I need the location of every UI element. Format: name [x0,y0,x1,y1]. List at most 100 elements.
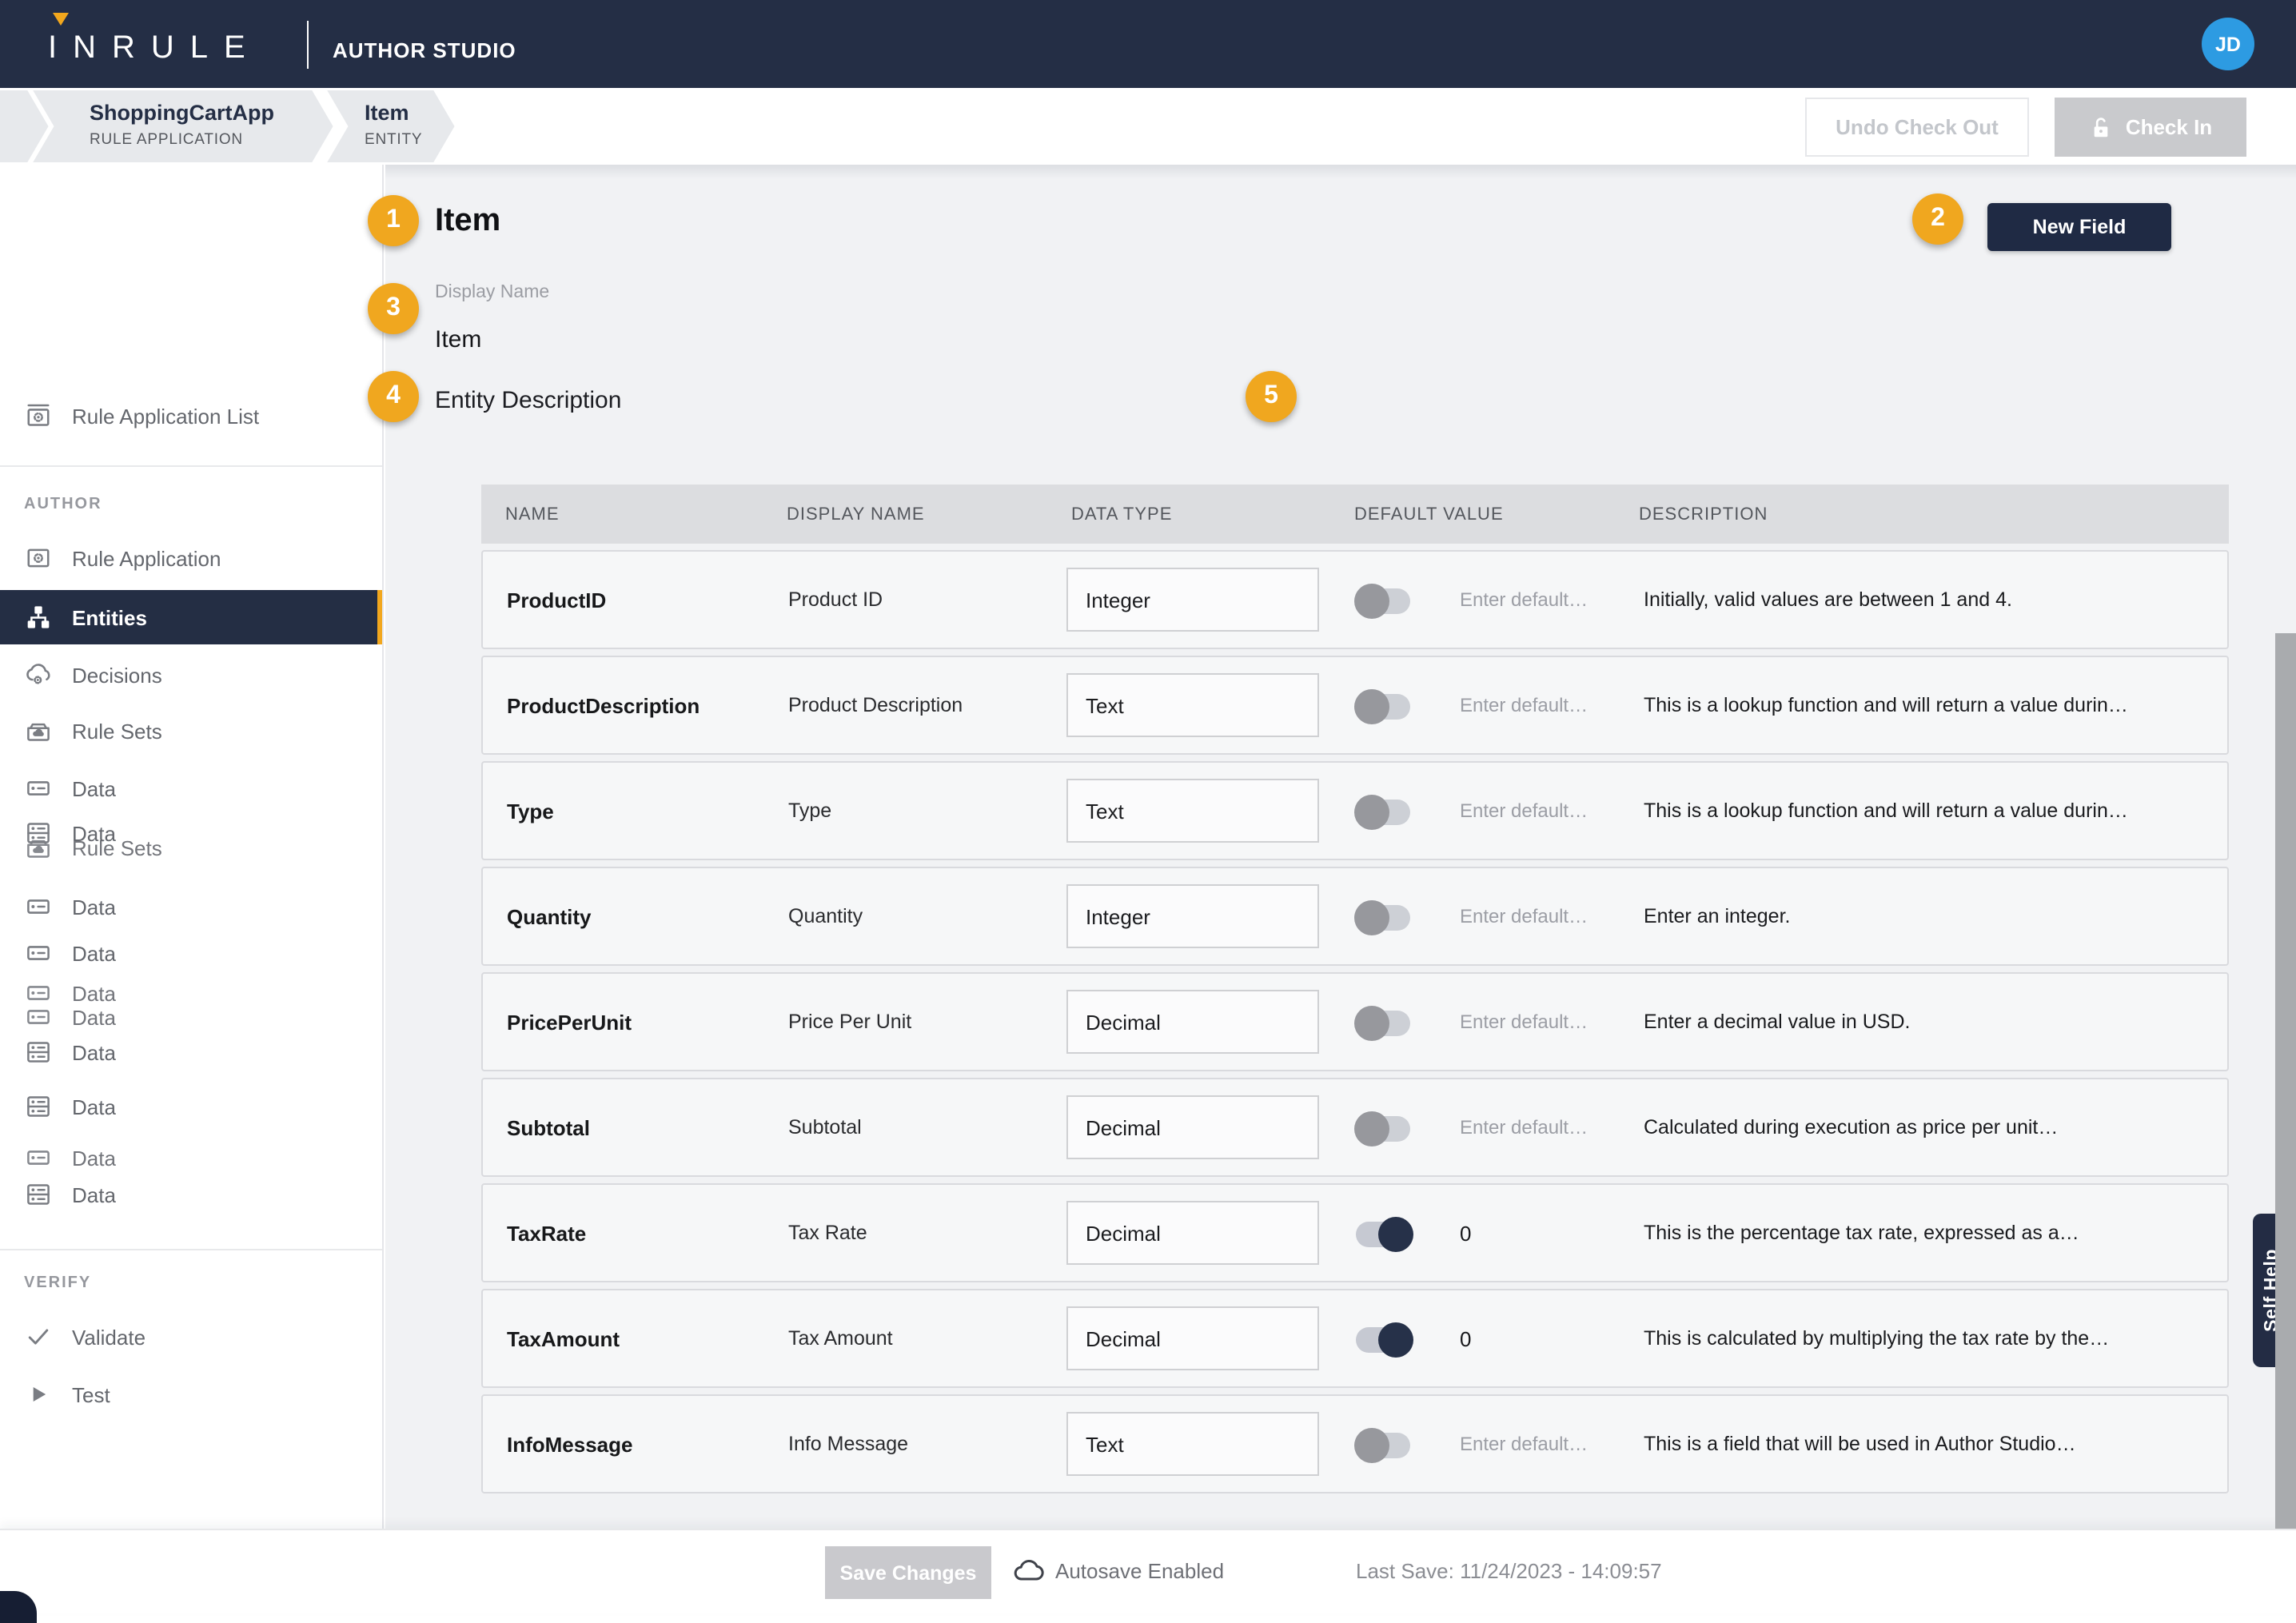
new-field-button[interactable]: New Field [1987,203,2171,251]
data-stack-icon [24,1038,53,1067]
default-value-toggle[interactable] [1356,1327,1410,1353]
data-stack-icon [24,1092,53,1121]
field-description[interactable]: This is a field that will be used in Aut… [1644,1396,2076,1492]
field-display-name: Product Description [788,657,963,753]
field-description[interactable]: This is a lookup function and will retur… [1644,763,2128,859]
field-description[interactable]: Enter a decimal value in USD. [1644,974,1911,1070]
default-value-field[interactable]: Enter default… [1460,974,1588,1070]
test-icon [24,1380,53,1409]
undo-check-out-button[interactable]: Undo Check Out [1805,98,2029,157]
check-in-button[interactable]: Check In [2055,98,2246,157]
default-value-toggle[interactable] [1356,1011,1410,1036]
data-icon [24,1009,53,1025]
default-value-field[interactable]: 0 [1460,1185,1471,1281]
breadcrumb: ShoppingCartApp RULE APPLICATION Item EN… [0,88,2296,165]
default-value-field[interactable]: Enter default… [1460,657,1588,753]
sidebar-item-entities[interactable]: Entities [0,590,384,644]
data-type-select[interactable]: Text [1066,1412,1319,1476]
default-value-toggle[interactable] [1356,800,1410,825]
main-content: Item New Field Display Name Item Entity … [385,165,2296,1529]
field-name: Subtotal [507,1079,590,1175]
sidebar-item-data[interactable]: Data [0,934,384,972]
default-value-toggle[interactable] [1356,1222,1410,1247]
toggle-knob [1354,795,1389,830]
default-value-toggle[interactable] [1356,905,1410,931]
sidebar-item-label: Decisions [72,663,162,687]
scrollbar-thumb[interactable] [2275,633,2296,1529]
sidebar-item-test[interactable]: Test [0,1375,384,1414]
default-value-toggle[interactable] [1356,1433,1410,1458]
field-description[interactable]: This is calculated by multiplying the ta… [1644,1290,2109,1386]
field-display-name: Product ID [788,552,883,648]
default-value-field[interactable]: Enter default… [1460,868,1588,964]
sidebar-item-data[interactable]: Data [0,1033,384,1071]
default-value-field[interactable]: 0 [1460,1290,1471,1386]
display-name-value[interactable]: Item [435,326,481,353]
sidebar-item-data[interactable]: Data [0,1148,384,1167]
data-type-select[interactable]: Text [1066,779,1319,843]
sidebar-item-rule-sets[interactable]: Rule Sets [0,836,384,859]
field-display-name: Quantity [788,868,863,964]
default-value-toggle[interactable] [1356,588,1410,614]
data-type-value: Text [1086,693,1124,717]
table-row: TaxRateTax RateDecimal0This is the perce… [481,1183,2229,1282]
table-row: InfoMessageInfo MessageTextEnter default… [481,1394,2229,1493]
field-description[interactable]: This is a lookup function and will retur… [1644,657,2128,753]
sidebar-item-label: Data [72,1040,116,1064]
default-value-field[interactable]: Enter default… [1460,552,1588,648]
annotation-badge-5: 5 [1246,371,1297,422]
sidebar-item-data[interactable]: Data [0,769,384,808]
default-value-toggle[interactable] [1356,694,1410,720]
column-header-description: DESCRIPTION [1639,485,1768,544]
field-description[interactable]: Initially, valid values are between 1 an… [1644,552,2012,648]
column-header-default-value: DEFAULT VALUE [1354,485,1504,544]
sidebar-item-rule-application-list[interactable]: Rule Application List [0,397,384,435]
sidebar-item-data[interactable]: Data [0,1175,384,1214]
field-display-name: Info Message [788,1396,908,1492]
sidebar-item-label: Validate [72,1325,145,1349]
sidebar-divider [0,1249,384,1250]
data-type-value: Text [1086,799,1124,823]
sidebar-item-data[interactable]: Data [0,887,384,926]
data-type-select[interactable]: Decimal [1066,1306,1319,1370]
default-value-field[interactable]: Enter default… [1460,1079,1588,1175]
data-icon [24,983,53,1003]
user-avatar[interactable]: JD [2202,18,2254,70]
field-description[interactable]: Calculated during execution as price per… [1644,1079,2058,1175]
table-row: ProductDescription Product Description Tex… [481,656,2229,755]
data-type-value: Decimal [1086,1221,1161,1245]
data-type-value: Decimal [1086,1115,1161,1139]
field-description[interactable]: This is the percentage tax rate, express… [1644,1185,2079,1281]
field-description[interactable]: Enter an integer. [1644,868,1790,964]
default-value-field[interactable]: Enter default… [1460,1396,1588,1492]
sidebar-item-data[interactable]: Data [0,1087,384,1126]
data-type-select[interactable]: Decimal [1066,1201,1319,1265]
default-value-field[interactable]: Enter default… [1460,763,1588,859]
data-type-select[interactable]: Integer [1066,884,1319,948]
sidebar-item-label: Data [72,1009,116,1025]
active-indicator [377,590,384,644]
sidebar-item-data[interactable]: Data [0,1009,384,1025]
annotation-badge-3: 3 [368,283,419,334]
data-type-select[interactable]: Text [1066,673,1319,737]
sidebar-item-data[interactable]: Data [0,983,384,1003]
field-display-name: Tax Amount [788,1290,893,1386]
data-icon [24,1148,53,1167]
save-changes-button[interactable]: Save Changes [825,1546,991,1599]
app-window: INRULE AUTHOR STUDIO JD ShoppingCartApp … [0,0,2296,1613]
autosave-status: Autosave Enabled [1055,1559,1224,1583]
data-type-select[interactable]: Decimal [1066,990,1319,1054]
field-name: Quantity [507,868,591,964]
data-type-value: Decimal [1086,1326,1161,1350]
sidebar-item-rule-application[interactable]: Rule Application [0,539,384,577]
sidebar-item-label: Rule Sets [72,719,162,743]
field-display-name: Type [788,763,831,859]
sidebar-item-label: Data [72,941,116,965]
sidebar-item-decisions[interactable]: Decisions [0,656,384,694]
sidebar-item-rule-sets[interactable]: Rule Sets [0,712,384,750]
field-name: ProductDescription [507,657,700,753]
sidebar-item-validate[interactable]: Validate [0,1318,384,1356]
data-type-select[interactable]: Decimal [1066,1095,1319,1159]
data-type-select[interactable]: Integer [1066,568,1319,632]
default-value-toggle[interactable] [1356,1116,1410,1142]
